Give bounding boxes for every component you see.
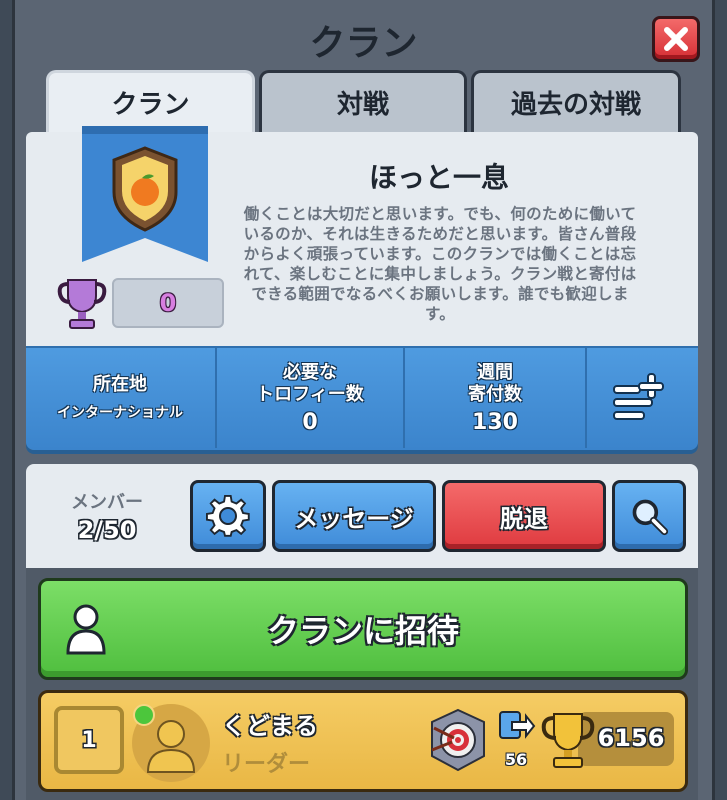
divider [585,348,587,448]
close-icon [664,27,688,51]
stat-weekly-donations: 週間 寄付数 130 [405,348,585,448]
member-donations: 56 [504,750,528,769]
member-name: くどまる [222,712,318,740]
stats-bar: 所在地 インターナショナル 必要な トロフィー数 0 週間 寄付数 130 [26,346,698,450]
stat-location: 所在地 インターナショナル [26,348,214,448]
member-trophies: 6156 [597,724,665,752]
tab-clan[interactable]: クラン [46,70,255,132]
clan-trophy-box: 0 [112,278,224,328]
members-count: 2/50 [77,516,137,544]
gear-icon [206,494,250,537]
clan-banner-icon [82,126,208,262]
member-rank: 1 [54,706,124,774]
trophy-icon [57,279,107,329]
arena-target-icon [431,708,485,772]
clan-trophy-value: 0 [159,289,177,317]
donations-label-2: 寄付数 [468,383,522,405]
clan-description: 働くことは大切だと思います。でも、何のために働いているのか、それは生きるためだと… [243,205,637,323]
location-label: 所在地 [93,374,147,395]
header: クラン [0,0,727,72]
page-title: クラン [309,22,418,63]
required-value: 0 [302,409,318,435]
online-status-icon [133,704,155,726]
tab-past-battles[interactable]: 過去の対戦 [471,70,681,132]
required-label-2: トロフィー数 [256,383,364,405]
tab-bar: クラン 対戦 過去の対戦 [0,70,727,132]
member-role: リーダー [222,752,311,777]
sort-list-icon[interactable] [612,372,664,424]
search-button[interactable] [612,480,686,552]
location-value: インターナショナル [57,405,183,421]
donation-cards-icon [499,711,536,739]
person-icon [66,604,106,655]
message-button[interactable]: メッセージ [272,480,436,552]
donations-label-1: 週間 [477,361,513,383]
gold-trophy-icon [541,713,595,768]
required-label-1: 必要な [283,361,337,383]
members-label: メンバー [71,492,143,513]
search-icon [632,499,669,536]
leave-button[interactable]: 脱退 [442,480,606,552]
stat-required-trophies: 必要な トロフィー数 0 [217,348,403,448]
tab-battle[interactable]: 対戦 [259,70,467,132]
invite-to-clan-button[interactable]: クランに招待 [38,578,688,680]
clan-name: ほっと一息 [368,161,509,194]
close-button[interactable] [652,16,700,62]
donations-value: 130 [472,409,518,435]
settings-button[interactable] [190,480,266,552]
